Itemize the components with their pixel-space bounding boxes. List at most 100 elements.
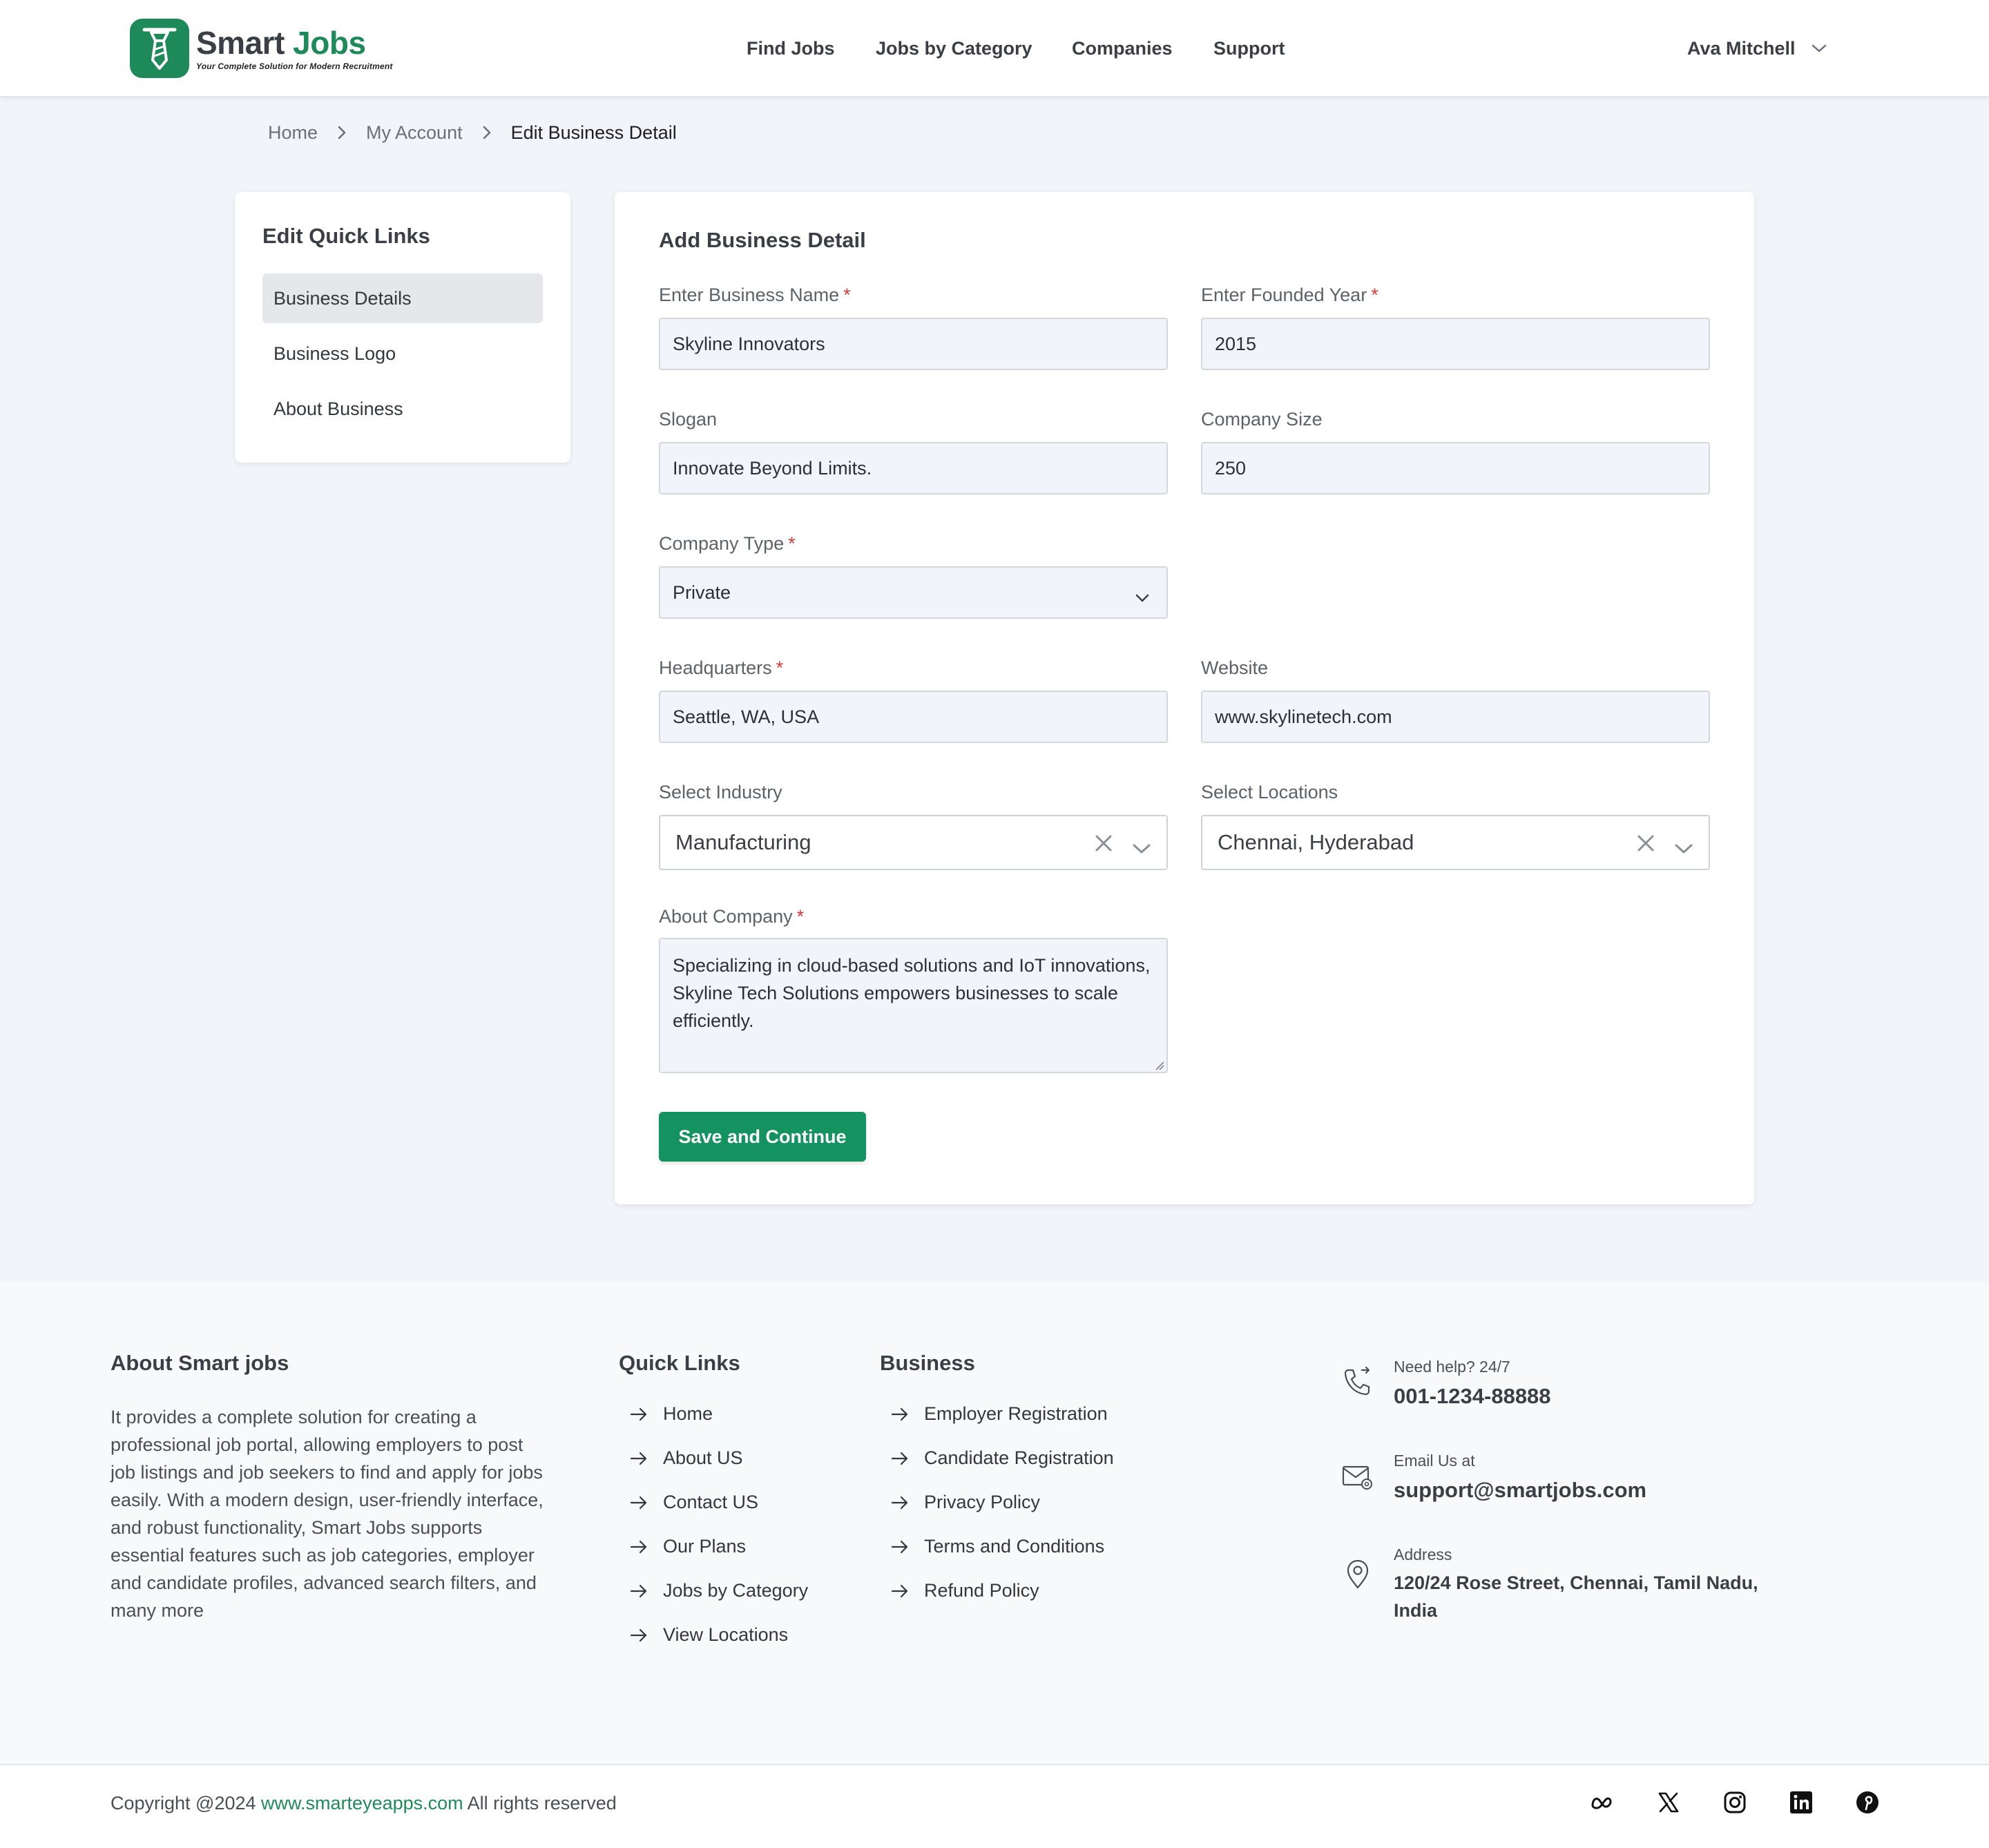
arrow-right-icon — [630, 1539, 648, 1555]
copyright-site-link[interactable]: www.smarteyeapps.com — [261, 1793, 463, 1813]
nav-support[interactable]: Support — [1213, 35, 1285, 62]
business-name-input[interactable] — [659, 318, 1168, 370]
slogan-input[interactable] — [659, 442, 1168, 494]
address-value: 120/24 Rose Street, Chennai, Tamil Nadu,… — [1394, 1572, 1758, 1621]
company-type-select[interactable]: Private — [659, 566, 1168, 619]
company-size-input[interactable] — [1201, 442, 1710, 494]
footer-business-link-label: Refund Policy — [924, 1580, 1039, 1601]
sidebar-item-about-business[interactable]: About Business — [262, 384, 543, 434]
copyright-bar: Copyright @2024 www.smarteyeapps.com All… — [0, 1764, 1989, 1848]
industry-select[interactable]: Manufacturing — [659, 815, 1168, 870]
footer-quick-link-3[interactable]: Our Plans — [630, 1536, 746, 1557]
about-company-textarea[interactable]: Specializing in cloud-based solutions an… — [659, 938, 1168, 1073]
slogan-label: Slogan — [659, 409, 718, 430]
breadcrumb-my-account[interactable]: My Account — [366, 122, 463, 144]
footer-quick-link-label: View Locations — [663, 1624, 789, 1645]
email-address[interactable]: support@smartjobs.com — [1394, 1478, 1646, 1503]
brand-tagline: Your Complete Solution for Modern Recrui… — [196, 61, 393, 71]
instagram-icon[interactable] — [1721, 1789, 1749, 1816]
arrow-right-icon — [630, 1407, 648, 1422]
chevron-down-icon[interactable] — [1132, 836, 1151, 860]
nav-jobs-by-category[interactable]: Jobs by Category — [876, 35, 1032, 62]
footer-business-link-label: Employer Registration — [924, 1403, 1108, 1424]
footer-business-link-2[interactable]: Privacy Policy — [891, 1492, 1040, 1513]
user-name: Ava Mitchell — [1687, 37, 1796, 59]
arrow-right-icon — [630, 1628, 648, 1643]
arrow-right-icon — [891, 1451, 909, 1466]
phone-number[interactable]: 001-1234-88888 — [1394, 1384, 1551, 1409]
footer-quick-link-4[interactable]: Jobs by Category — [630, 1580, 808, 1601]
footer-business-link-3[interactable]: Terms and Conditions — [891, 1536, 1104, 1557]
quick-links-sidebar: Edit Quick Links Business Details Busine… — [235, 192, 570, 463]
sidebar-item-business-logo[interactable]: Business Logo — [262, 329, 543, 378]
nav-find-jobs[interactable]: Find Jobs — [747, 35, 835, 62]
locations-label: Select Locations — [1201, 782, 1338, 802]
form-title: Add Business Detail — [659, 228, 866, 252]
footer-quick-link-5[interactable]: View Locations — [630, 1624, 788, 1646]
brand-name: Smart Jobs — [196, 26, 393, 60]
footer-quick-link-label: Contact US — [663, 1492, 759, 1512]
resize-handle-icon[interactable] — [1155, 1061, 1164, 1074]
company-type-value: Private — [673, 581, 731, 603]
industry-value: Manufacturing — [675, 830, 811, 854]
chevron-down-icon — [1135, 587, 1150, 608]
website-input[interactable] — [1201, 691, 1710, 743]
business-name-label: Enter Business Name * — [659, 285, 851, 305]
headquarters-label: Headquarters * — [659, 657, 784, 678]
brand-name-part2: Jobs — [293, 25, 366, 61]
footer-quick-link-0[interactable]: Home — [630, 1403, 713, 1425]
email-icon — [1341, 1463, 1373, 1494]
nav-companies[interactable]: Companies — [1072, 35, 1173, 62]
locations-value: Chennai, Hyderabad — [1218, 830, 1414, 854]
sidebar-item-business-details[interactable]: Business Details — [262, 273, 543, 323]
footer: About Smart jobs It provides a complete … — [0, 1282, 1989, 1765]
founded-year-input[interactable] — [1201, 318, 1710, 370]
company-type-label: Company Type * — [659, 533, 796, 554]
x-icon[interactable] — [1655, 1789, 1682, 1816]
address-label: Address — [1394, 1546, 1452, 1563]
industry-label: Select Industry — [659, 782, 782, 802]
business-detail-form: Add Business Detail Enter Business Name *… — [615, 192, 1754, 1204]
brand-logo[interactable]: Smart Jobs Your Complete Solution for Mo… — [130, 19, 393, 78]
arrow-right-icon — [891, 1407, 909, 1422]
breadcrumb: Home My Account Edit Business Detail — [268, 119, 677, 146]
chevron-right-icon — [337, 125, 347, 140]
linkedin-icon[interactable] — [1787, 1789, 1815, 1816]
locations-select[interactable]: Chennai, Hyderabad — [1201, 815, 1710, 870]
headquarters-input[interactable] — [659, 691, 1168, 743]
phone-icon — [1341, 1366, 1373, 1401]
arrow-right-icon — [891, 1495, 909, 1510]
footer-quick-link-label: Our Plans — [663, 1536, 747, 1557]
footer-business-link-4[interactable]: Refund Policy — [891, 1580, 1039, 1601]
location-pin-icon — [1344, 1558, 1372, 1593]
meta-icon[interactable] — [1588, 1789, 1616, 1816]
save-and-continue-button[interactable]: Save and Continue — [659, 1112, 866, 1162]
footer-quick-link-2[interactable]: Contact US — [630, 1492, 758, 1513]
footer-business-link-label: Candidate Registration — [924, 1447, 1114, 1468]
footer-business-link-0[interactable]: Employer Registration — [891, 1403, 1108, 1425]
chevron-down-icon[interactable] — [1674, 836, 1693, 860]
breadcrumb-home[interactable]: Home — [268, 122, 318, 144]
help-label: Need help? 24/7 — [1394, 1358, 1510, 1376]
arrow-right-icon — [891, 1539, 909, 1555]
tie-icon — [130, 19, 189, 78]
footer-business-link-label: Privacy Policy — [924, 1492, 1041, 1512]
arrow-right-icon — [630, 1451, 648, 1466]
copyright-text: Copyright @2024 www.smarteyeapps.com All… — [110, 1793, 617, 1813]
footer-business-link-label: Terms and Conditions — [924, 1536, 1105, 1557]
footer-quick-link-1[interactable]: About US — [630, 1447, 743, 1469]
footer-quick-links-title: Quick Links — [619, 1351, 740, 1375]
brand-name-part1: Smart — [196, 25, 285, 61]
footer-about-text: It provides a complete solution for crea… — [110, 1407, 544, 1621]
pinterest-icon[interactable] — [1854, 1789, 1881, 1816]
footer-business-title: Business — [880, 1351, 975, 1375]
arrow-right-icon — [891, 1584, 909, 1599]
clear-icon[interactable] — [1635, 833, 1656, 859]
footer-quick-link-label: About US — [663, 1447, 743, 1468]
breadcrumb-current: Edit Business Detail — [510, 122, 677, 143]
clear-icon[interactable] — [1093, 833, 1114, 859]
footer-quick-link-label: Home — [663, 1403, 713, 1424]
user-menu[interactable]: Ava Mitchell — [1687, 35, 1827, 62]
sidebar-title: Edit Quick Links — [262, 224, 430, 248]
footer-business-link-1[interactable]: Candidate Registration — [891, 1447, 1114, 1469]
